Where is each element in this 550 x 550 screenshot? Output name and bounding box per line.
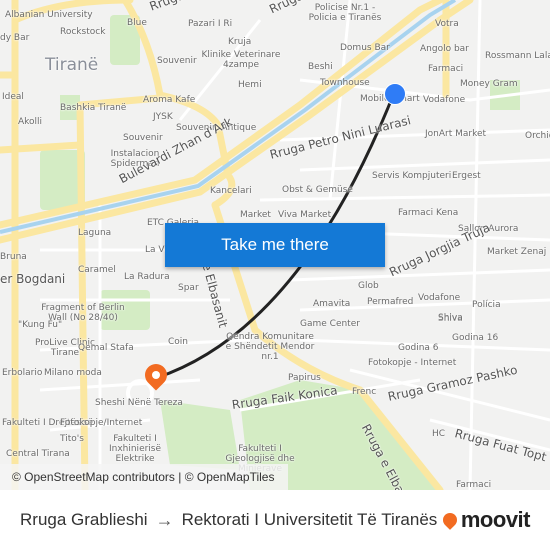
map-label: Laguna: [78, 228, 112, 238]
map[interactable]: Albanian University Rockstock Blue Pazari I…: [0, 0, 550, 490]
destination-name: Rektorati I Universitetit Të Tiranës: [181, 510, 438, 529]
footer: Rruga Grablieshi → Rektorati I Universit…: [0, 490, 550, 550]
map-label: Orchid: [525, 131, 550, 141]
moovit-logo-text: moovit: [460, 507, 531, 532]
origin-marker[interactable]: [384, 83, 406, 105]
map-label: Domus Bar: [340, 43, 390, 53]
map-label: Caramel: [78, 265, 116, 275]
map-label: Townhouse: [320, 78, 370, 88]
map-label: Votra: [435, 19, 459, 29]
map-label: Market: [240, 210, 271, 220]
map-label: Vodafone: [423, 95, 466, 105]
map-label: Souvenir: [123, 133, 163, 143]
map-label: Qemal Stafa: [78, 343, 134, 353]
map-label: Central Tirana: [6, 449, 70, 459]
map-label: Aroma Kafe: [143, 95, 196, 105]
map-label: Erbolario: [2, 368, 43, 378]
map-label: La Radura: [124, 272, 170, 282]
map-label: Godina 6: [398, 343, 439, 353]
map-label: Obst & Gemüse: [282, 185, 353, 195]
map-label: Kancelari: [210, 186, 252, 196]
map-label: Blue: [127, 18, 147, 28]
map-label: Milano moda: [44, 368, 102, 378]
map-label: Bruna: [0, 252, 27, 262]
map-label: Farmaci: [428, 64, 464, 74]
map-label: Polícia: [472, 300, 501, 310]
map-label: Policise Nr.1 - Policia e Tiranës: [308, 3, 382, 23]
take-me-there-button[interactable]: Take me there: [165, 223, 385, 267]
map-label: Vodafone: [418, 293, 461, 303]
map-label: Tito's: [60, 434, 84, 444]
map-label: Kruja: [228, 37, 252, 47]
map-label: Ideal: [2, 92, 24, 102]
map-label: HC: [432, 429, 446, 439]
map-label: JonArt Market: [425, 129, 487, 139]
map-label: JYSK: [153, 112, 173, 122]
map-label: Akolli: [18, 117, 43, 127]
map-attribution[interactable]: © OpenStreetMap contributors | © OpenMap…: [0, 464, 288, 490]
map-label: Fotokopje/Internet: [60, 418, 143, 428]
map-label: Rockstock: [60, 27, 106, 37]
map-label: Angolo bar: [420, 44, 469, 54]
map-label: Beshi: [308, 62, 333, 72]
arrow-right-icon: →: [155, 509, 174, 530]
map-label: Farmaci: [456, 480, 492, 490]
moovit-logo: moovit: [439, 507, 531, 533]
map-label: Coin: [168, 337, 188, 347]
map-label: Shiva: [438, 313, 463, 323]
map-label: Souvenir: [157, 56, 197, 66]
moovit-pin-icon: [439, 510, 460, 530]
map-label: "Kung Fu": [18, 320, 63, 330]
map-label: Farmaci Kena: [398, 208, 459, 218]
map-label: dy Bar: [0, 33, 30, 43]
map-label: Albanian University: [5, 10, 93, 20]
map-label: Servis Kompjuteri: [372, 171, 452, 181]
map-label: Godina 16: [452, 333, 499, 343]
map-label: Ergest: [452, 171, 481, 181]
map-label: Spar: [178, 283, 199, 293]
map-label: Frenc: [352, 387, 377, 397]
map-label: Sheshi Nënë Tereza: [95, 398, 183, 408]
map-label: Fakulteti I Inxhinierisë Elektrike: [108, 434, 162, 464]
map-label: Tiranë: [45, 55, 99, 75]
map-label: Amavita: [313, 299, 351, 309]
map-label: Pazari I Ri: [188, 19, 233, 29]
map-label: Glob: [358, 281, 379, 291]
map-label: Klinike Veterinare 4zampe: [201, 50, 281, 70]
map-label: Market Zenaj: [487, 247, 547, 257]
map-label: La Vi: [145, 245, 167, 255]
map-label: Viva Market: [278, 210, 332, 220]
map-label: Hemi: [238, 80, 262, 90]
map-label: Game Center: [300, 319, 360, 329]
map-label: Permafred: [367, 297, 414, 307]
map-label: Papirus: [288, 373, 321, 383]
map-label: Fotokopje - Internet: [368, 358, 457, 368]
map-label: Rossmann Lala: [485, 51, 550, 61]
map-label: Bashkia Tiranë: [60, 103, 127, 113]
origin-name: Rruga Grablieshi: [20, 510, 148, 529]
map-label: Money Gram: [460, 79, 518, 89]
map-label: Qendra Komunitare e Shëndetit Mendor nr.…: [225, 332, 315, 362]
map-label: er Bogdani: [0, 272, 66, 286]
